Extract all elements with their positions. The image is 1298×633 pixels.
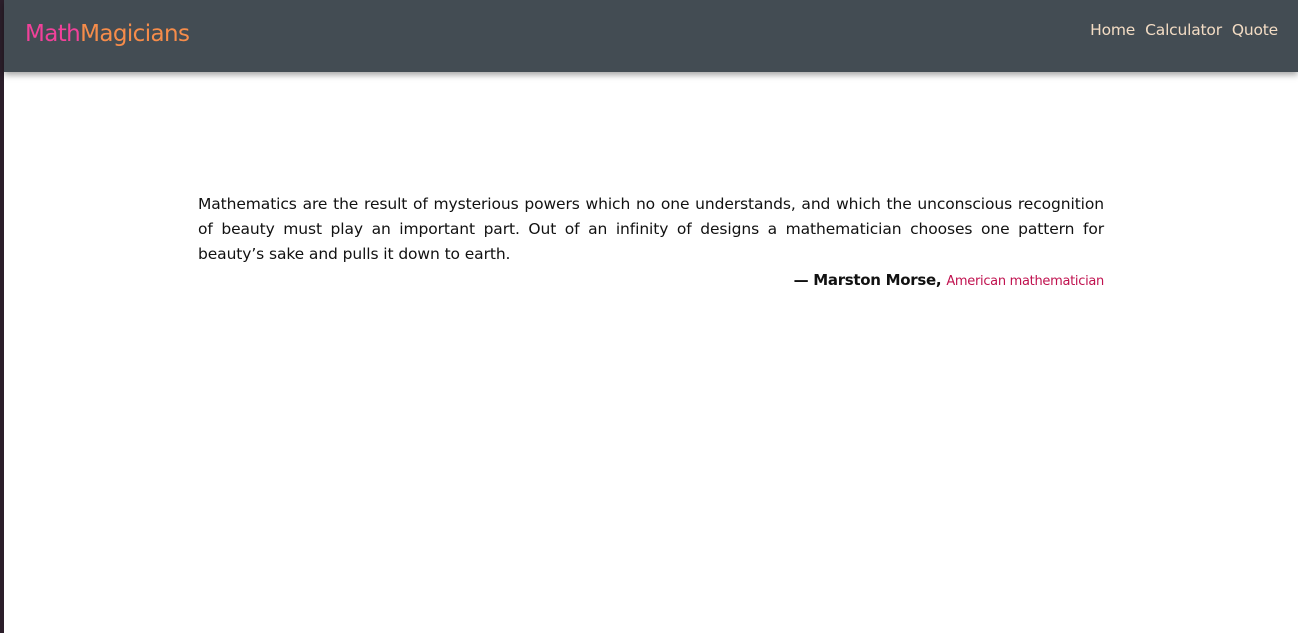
quote-author: — Marston Morse, xyxy=(793,271,942,289)
nav-link-home[interactable]: Home xyxy=(1090,21,1135,39)
quote-section: Mathematics are the result of mysterious… xyxy=(198,192,1104,294)
quote-attribution: — Marston Morse, American mathematician xyxy=(198,267,1105,294)
nav-links: Home Calculator Quote xyxy=(1090,21,1278,39)
brand-logo[interactable]: MathMagicians xyxy=(25,21,190,47)
quote-text: Mathematics are the result of mysterious… xyxy=(198,195,1104,263)
nav-link-calculator[interactable]: Calculator xyxy=(1145,21,1222,39)
brand-part-magicians: Magicians xyxy=(80,21,190,47)
app-window: MathMagicians Home Calculator Quote Math… xyxy=(0,0,1298,633)
quote-author-title: American mathematician xyxy=(946,274,1104,289)
brand-part-math: Math xyxy=(25,21,81,47)
navbar: MathMagicians Home Calculator Quote xyxy=(4,0,1298,72)
nav-link-quote[interactable]: Quote xyxy=(1232,21,1278,39)
